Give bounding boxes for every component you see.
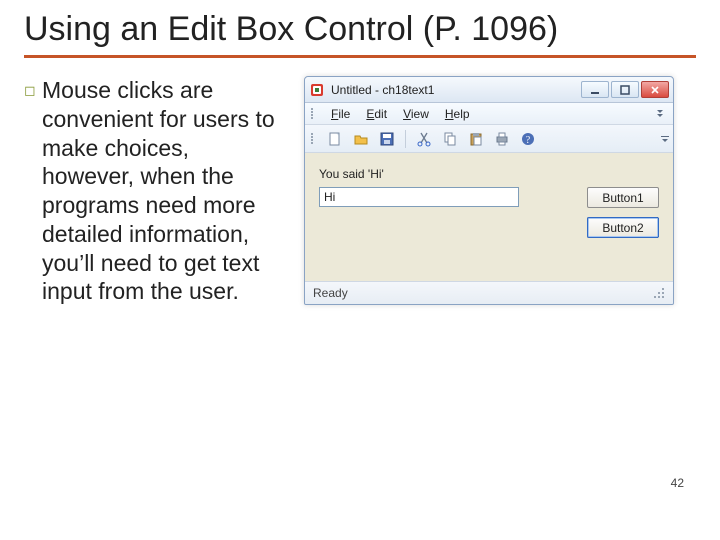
open-icon[interactable] (351, 129, 371, 149)
button1[interactable]: Button1 (587, 187, 659, 208)
app-icon (309, 82, 325, 98)
print-icon[interactable] (492, 129, 512, 149)
edit-box-input[interactable] (319, 187, 519, 207)
window-title: Untitled - ch18text1 (331, 83, 581, 97)
bullet-text: Mouse clicks are convenient for users to… (42, 76, 284, 306)
toolbar-overflow-icon[interactable] (661, 136, 669, 142)
toolbar-separator (405, 130, 406, 148)
save-icon[interactable] (377, 129, 397, 149)
menu-overflow-icon[interactable] (657, 110, 667, 117)
toolbar: ? (305, 125, 673, 153)
title-divider (24, 55, 696, 58)
output-message: You said 'Hi' (319, 167, 659, 181)
slide-title: Using an Edit Box Control (P. 1096) (24, 10, 696, 49)
toolbar-grip-icon (311, 133, 317, 144)
help-icon[interactable]: ? (518, 129, 538, 149)
menu-edit[interactable]: Edit (358, 105, 395, 123)
copy-icon[interactable] (440, 129, 460, 149)
menu-view[interactable]: View (395, 105, 437, 123)
new-icon[interactable] (325, 129, 345, 149)
close-button[interactable] (641, 81, 669, 98)
maximize-button[interactable] (611, 81, 639, 98)
paste-icon[interactable] (466, 129, 486, 149)
app-window: Untitled - ch18text1 File Edit View Help (304, 76, 674, 305)
page-number: 42 (671, 476, 684, 490)
status-text: Ready (313, 286, 348, 300)
resize-grip-icon[interactable] (654, 288, 665, 299)
menu-file[interactable]: File (323, 105, 358, 123)
status-bar: Ready (305, 282, 673, 304)
client-area: You said 'Hi' Button1 Button2 (305, 153, 673, 282)
menubar-grip-icon (311, 108, 317, 119)
titlebar[interactable]: Untitled - ch18text1 (305, 77, 673, 103)
cut-icon[interactable] (414, 129, 434, 149)
minimize-button[interactable] (581, 81, 609, 98)
menu-bar: File Edit View Help (305, 103, 673, 125)
menu-help[interactable]: Help (437, 105, 478, 123)
bullet-square-icon: ◻ (24, 76, 42, 306)
button2[interactable]: Button2 (587, 217, 659, 238)
svg-text:?: ? (526, 135, 531, 146)
